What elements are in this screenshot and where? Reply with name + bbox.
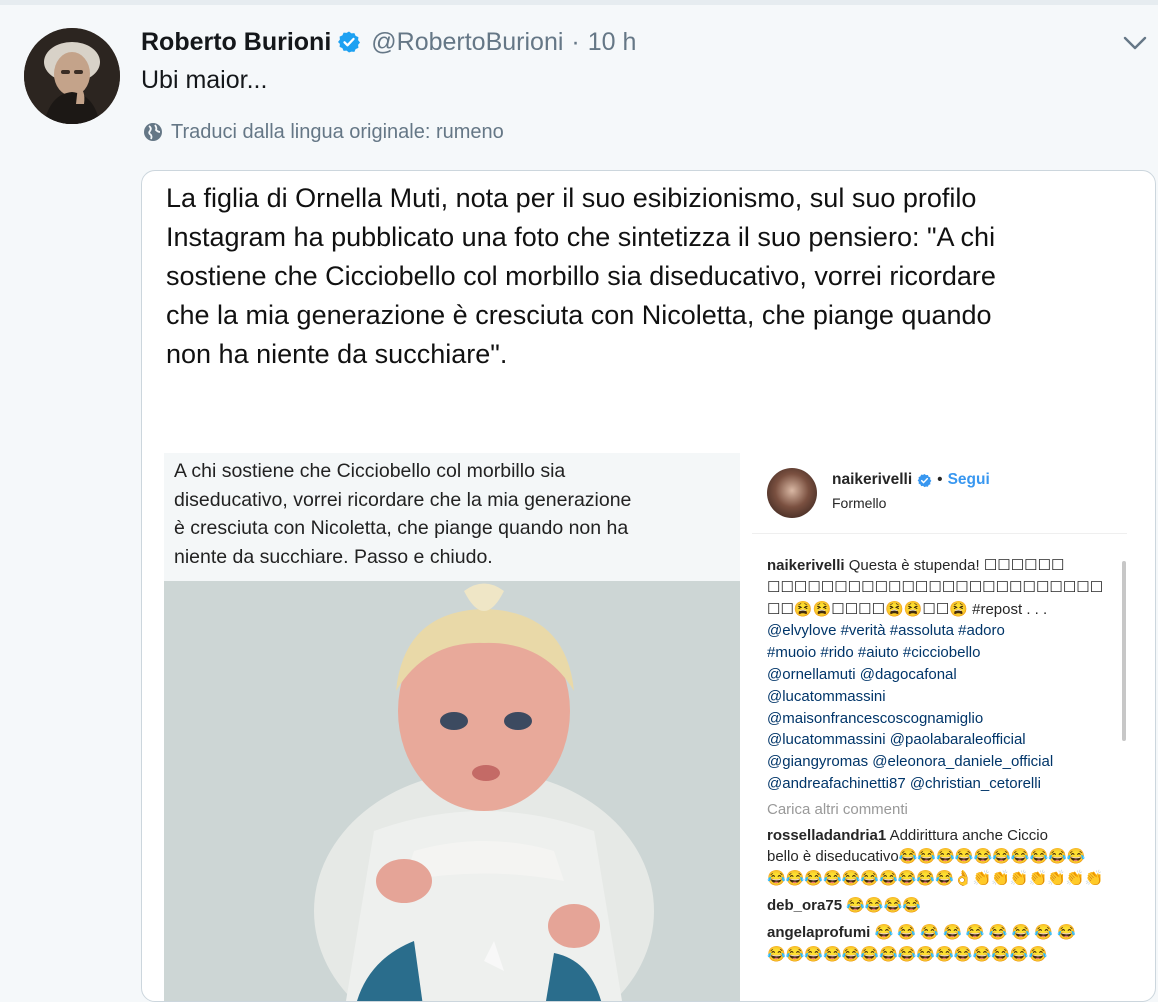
caption-line: @lucatommassini @paolabaraleofficial: [767, 731, 1026, 749]
caption-line: @ornellamuti @dagocafonal: [767, 665, 957, 683]
comment-line: deb_ora75 😂😂😂😂: [767, 895, 1117, 917]
repost-image: A chi sostiene che Cicciobello col morbi…: [164, 453, 740, 1001]
comment-text: Addirittura anche Ciccio: [886, 826, 1048, 844]
instagram-header: naikerivelli • Segui: [832, 471, 990, 489]
news-line: che la mia generazione è cresciuta con N…: [166, 300, 992, 330]
translate-link[interactable]: Traduci dalla lingua originale: rumeno: [143, 118, 504, 146]
tweet-timestamp[interactable]: 10 h: [588, 28, 637, 57]
header-separator: ·: [571, 27, 580, 56]
instagram-scrollbar: [1122, 561, 1126, 741]
verified-badge-icon: [337, 30, 361, 54]
caption-line: @andreafachinetti87 @christian_cetorelli: [767, 774, 1041, 792]
comment-text: 😂😂😂😂: [842, 896, 921, 914]
verified-badge-icon: [917, 473, 932, 488]
comment-username: deb_ora75: [767, 896, 843, 914]
doll-photo: [164, 581, 740, 1001]
quote-line: diseducativo, vorrei ricordare che la mi…: [174, 488, 632, 511]
caption-line: @lucatommassini: [767, 687, 886, 705]
tweet-text: Ubi maior...: [141, 66, 268, 94]
instagram-separator: •: [937, 471, 943, 488]
caption-line: ☐☐☐☐☐☐☐☐☐☐☐☐☐☐☐☐☐☐☐☐☐☐☐☐☐: [767, 578, 1104, 596]
author-handle[interactable]: @RobertoBurioni: [371, 28, 563, 57]
instagram-follow: Segui: [947, 471, 990, 488]
instagram-post-panel: naikerivelli • Segui Formello naikerivel…: [752, 453, 1132, 1001]
comment-username: rosselladandria1: [767, 826, 887, 844]
caption-line: #muoio #rido #aiuto #cicciobello: [767, 644, 981, 662]
tweet-header: Roberto Burioni @RobertoBurioni · 10 h: [141, 26, 636, 58]
instagram-location: Formello: [832, 495, 887, 511]
quote-line: A chi sostiene che Cicciobello col morbi…: [174, 460, 566, 482]
comment-username: angelaprofumi: [767, 923, 871, 941]
caption-line: @maisonfrancescoscognamiglio: [767, 709, 984, 727]
caption-line-0: naikerivelli Questa è stupenda! ☐☐☐☐☐☐: [767, 555, 1117, 577]
news-caption: La figlia di Ornella Muti, nota per il s…: [166, 179, 1126, 374]
chevron-down-icon[interactable]: [1122, 34, 1148, 52]
quote-line: è cresciuta con Nicoletta, che piange qu…: [174, 517, 629, 539]
load-more-comments: Carica altri commenti: [767, 800, 908, 818]
instagram-divider: [752, 533, 1127, 534]
news-line: La figlia di Ornella Muti, nota per il s…: [166, 183, 977, 213]
quote-text-box: A chi sostiene che Cicciobello col morbi…: [164, 453, 740, 581]
instagram-avatar: [767, 468, 817, 518]
comment-line: bello è diseducativo😂😂😂😂😂😂😂😂😂😂: [767, 848, 1086, 866]
comment-line: angelaprofumi 😂 😂 😂 😂 😂 😂 😂 😂 😂: [767, 922, 1117, 944]
author-name[interactable]: Roberto Burioni: [141, 28, 331, 57]
attached-image[interactable]: La figlia di Ornella Muti, nota per il s…: [141, 170, 1156, 1002]
caption-text: Questa è stupenda! ☐☐☐☐☐☐: [844, 557, 1065, 574]
instagram-username: naikerivelli: [832, 471, 913, 488]
caption-line: ☐☐😫😫☐☐☐☐😫😫☐☐😫 #repost . . .: [767, 600, 1048, 618]
globe-icon: [143, 122, 163, 142]
comment-text: 😂 😂 😂 😂 😂 😂 😂 😂 😂: [870, 923, 1076, 941]
timeline-divider: [0, 0, 1158, 5]
comment-line: rosselladandria1 Addirittura anche Cicci…: [767, 825, 1117, 847]
news-line: non ha niente da succhiare".: [166, 339, 508, 369]
caption-username: naikerivelli: [767, 557, 845, 574]
news-line: sostiene che Cicciobello col morbillo si…: [166, 261, 996, 291]
comment-line: 😂😂😂😂😂😂😂😂😂😂👌👏👏👏👏👏👏👏: [767, 870, 1104, 888]
comment-line: 😂😂😂😂😂😂😂😂😂😂😂😂😂😂😂: [767, 945, 1048, 963]
caption-line: @giangyromas @eleonora_daniele_official: [767, 753, 1054, 771]
caption-line: @elvylove #verità #assoluta #adoro: [767, 622, 1005, 640]
instagram-comments: naikerivelli Questa è stupenda! ☐☐☐☐☐☐ ☐…: [767, 555, 1117, 965]
translate-label: Traduci dalla lingua originale: rumeno: [171, 120, 504, 143]
author-avatar[interactable]: [24, 28, 120, 124]
news-line: Instagram ha pubblicato una foto che sin…: [166, 222, 996, 252]
quote-line: niente da succhiare. Passo e chiudo.: [174, 545, 493, 568]
